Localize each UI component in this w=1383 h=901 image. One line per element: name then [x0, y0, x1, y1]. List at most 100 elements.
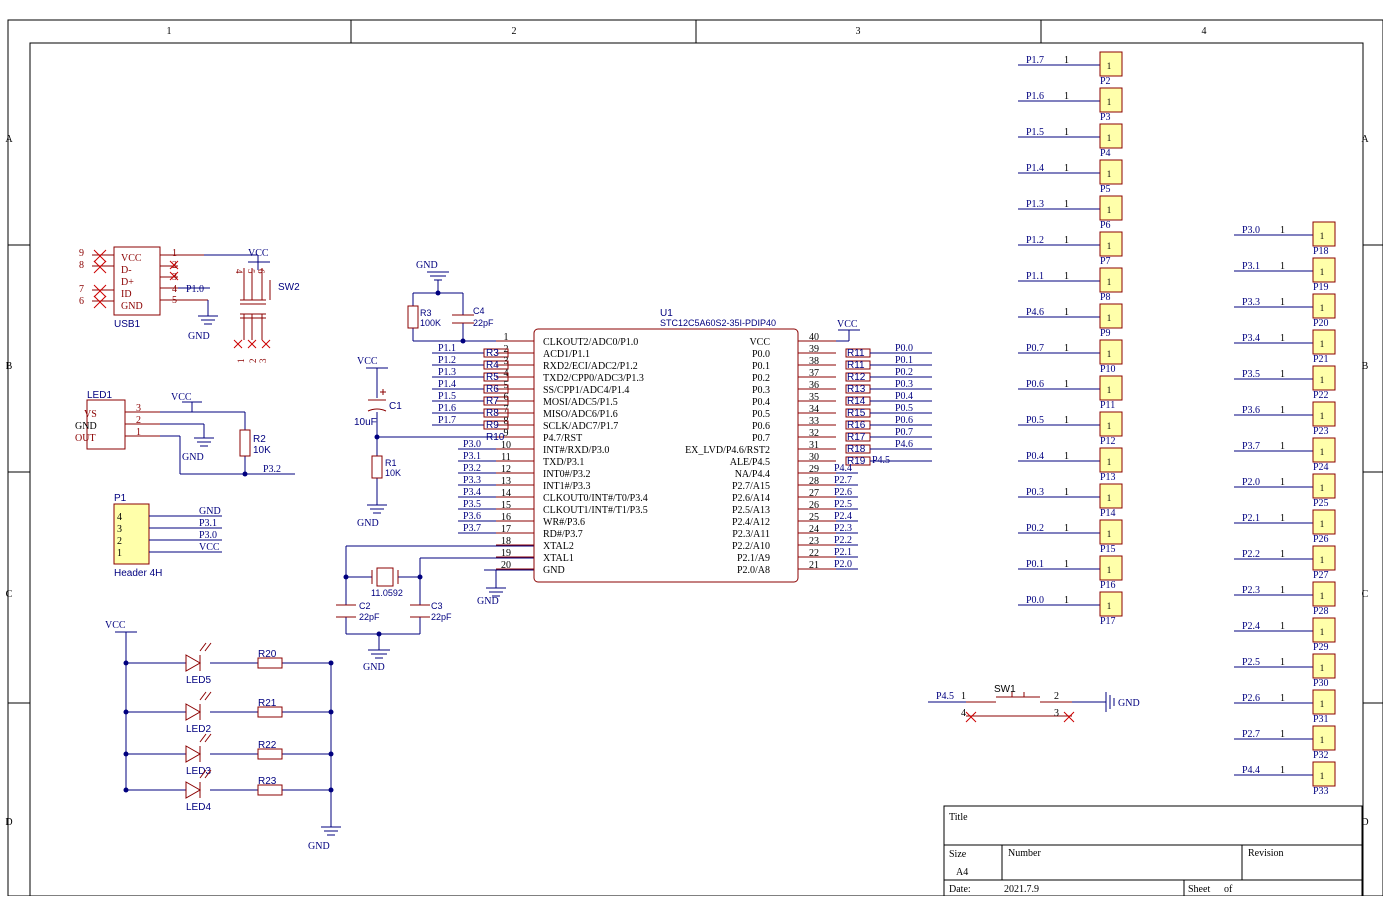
- header-box-pin: 1: [1107, 385, 1112, 395]
- header-box-pin: 1: [1320, 375, 1325, 385]
- mcu-pin-number: 38: [809, 356, 819, 367]
- mcu-pin-name: P0.1: [752, 361, 770, 372]
- mcu-pin-name: P2.5/A13: [732, 505, 770, 516]
- header-box-pin: 1: [1107, 61, 1112, 71]
- header-designator: P16: [1100, 580, 1116, 591]
- led1-pin-out: OUT: [75, 433, 96, 444]
- header-net-label: P3.5: [1242, 369, 1260, 380]
- header-box-pin: 1: [1107, 133, 1112, 143]
- led-designator: LED3: [186, 766, 211, 777]
- header-pin-number: 1: [1064, 595, 1069, 606]
- mcu-pin-name: RXD2/ECI/ADC2/P1.2: [543, 361, 638, 372]
- header-net-label: P1.7: [1026, 55, 1044, 66]
- header-net-label: P3.1: [1242, 261, 1260, 272]
- p1-net-gnd: GND: [199, 506, 221, 517]
- date-value: 2021.7.9: [1004, 884, 1039, 895]
- header-designator: P23: [1313, 426, 1329, 437]
- mcu-right-resistor: R17: [847, 432, 866, 443]
- mcu-right-net: P2.2: [834, 535, 852, 546]
- mcu-left-net: P1.4: [438, 379, 456, 390]
- sheet-label: Sheet: [1188, 884, 1210, 895]
- led1-sensor: VS GND OUT 3 2 1 LED1 VCC GND R2 10K P3.…: [75, 390, 295, 477]
- sw2-pin-2: 2: [248, 359, 258, 364]
- frame-col-2: 2: [512, 26, 517, 37]
- mcu-pin-number: 33: [809, 416, 819, 427]
- r1-designator: R1: [385, 458, 397, 468]
- mcu-left-pin: 3 RXD2/ECI/ADC2/P1.2P1.2 R4: [432, 355, 638, 372]
- usb-nc-9: 9: [79, 248, 84, 259]
- sw1-net-p45: P4.5: [936, 691, 954, 702]
- header-net-label: P0.3: [1026, 487, 1044, 498]
- mcu-pin-name: P2.4/A12: [732, 517, 770, 528]
- mcu-right-net: P2.4: [834, 511, 852, 522]
- header-designator: P20: [1313, 318, 1329, 329]
- header-net-label: P3.3: [1242, 297, 1260, 308]
- mcu-left-resistor: R9: [486, 420, 499, 431]
- mcu-pin-number: 14: [501, 488, 511, 499]
- usb-nc-7: 7: [79, 284, 84, 295]
- mcu-left-net: P3.4: [463, 487, 481, 498]
- mcu-pin-number: 29: [809, 464, 819, 475]
- usb-nc-8: 8: [79, 260, 84, 271]
- header-connector: 1 P3.0 1 P18: [1234, 221, 1336, 257]
- header-net-label: P3.7: [1242, 441, 1260, 452]
- led-resistor-designator: R23: [258, 776, 277, 787]
- mcu-right-net: P0.7: [895, 427, 913, 438]
- header-connector: 1 P0.2 1 P15: [1018, 519, 1123, 555]
- mcu-pin-number: 17: [501, 524, 511, 535]
- mcu-pin-number: 18: [501, 536, 511, 547]
- mcu-pin-number: 36: [809, 380, 819, 391]
- header-pin-number: 1: [1280, 261, 1285, 272]
- sw1-designator: SW1: [994, 684, 1016, 695]
- mcu-pin-number: 40: [809, 332, 819, 343]
- header-pin-number: 1: [1064, 55, 1069, 66]
- header-connector: 1 P3.5 1 P22: [1234, 365, 1336, 401]
- header-net-label: P0.1: [1026, 559, 1044, 570]
- mcu-pin-number: 12: [501, 464, 511, 475]
- frame-col-3: 3: [856, 26, 861, 37]
- header-box-pin: 1: [1320, 339, 1325, 349]
- header-net-label: P2.4: [1242, 621, 1260, 632]
- header-designator: P2: [1100, 76, 1111, 87]
- mcu-left-net: P1.1: [438, 343, 456, 354]
- usb-gnd-label: GND: [188, 331, 210, 342]
- header-connector: 1 P2.6 1 P31: [1234, 689, 1336, 725]
- mcu-pin-name: XTAL2: [543, 541, 574, 552]
- mcu-right-net: P2.3: [834, 523, 852, 534]
- header-box-pin: 1: [1107, 349, 1112, 359]
- led1-pin-gnd: GND: [75, 421, 97, 432]
- header-net-label: P1.4: [1026, 163, 1044, 174]
- crystal-value: 11.0592: [371, 588, 403, 598]
- header-pin-number: 1: [1280, 477, 1285, 488]
- usb-pinnum-3: 3: [172, 272, 177, 283]
- u1-vcc-label: VCC: [837, 319, 858, 330]
- header-net-label: P0.4: [1026, 451, 1044, 462]
- header-box-pin: 1: [1320, 591, 1325, 601]
- header-connector: 1 P2.5 1 P30: [1234, 653, 1336, 689]
- mcu-right-resistor: R15: [847, 408, 866, 419]
- led1-gnd-label: GND: [182, 452, 204, 463]
- r1-gnd-label: GND: [357, 518, 379, 529]
- mcu-pin-number: 20: [501, 560, 511, 571]
- header-designator: P5: [1100, 184, 1111, 195]
- mcu-right-resistor: R14: [847, 396, 866, 407]
- r2-designator: R2: [253, 434, 266, 445]
- mcu-pin-number: 10: [501, 440, 511, 451]
- r3-designator: R3: [420, 308, 432, 318]
- mcu-pin-name: RD#/P3.7: [543, 529, 583, 540]
- header-connector: 1 P1.6 1 P3: [1018, 87, 1123, 123]
- header-pin-number: 1: [1280, 225, 1285, 236]
- c4-designator: C4: [473, 306, 485, 316]
- header-designator: P19: [1313, 282, 1329, 293]
- led-resistor-designator: R22: [258, 740, 277, 751]
- header-box-pin: 1: [1107, 493, 1112, 503]
- header-connector: 1 P1.1 1 P8: [1018, 267, 1123, 303]
- header-net-label: P1.1: [1026, 271, 1044, 282]
- mcu-right-pin: 40 VCC: [749, 332, 849, 348]
- header-designator: P30: [1313, 678, 1329, 689]
- header-pin-number: 1: [1064, 559, 1069, 570]
- mcu-pin-number: 31: [809, 440, 819, 451]
- mcu-right-net: P2.7: [834, 475, 852, 486]
- mcu-pin-name: P2.7/A15: [732, 481, 770, 492]
- mcu-right-net: P4.5: [872, 455, 890, 466]
